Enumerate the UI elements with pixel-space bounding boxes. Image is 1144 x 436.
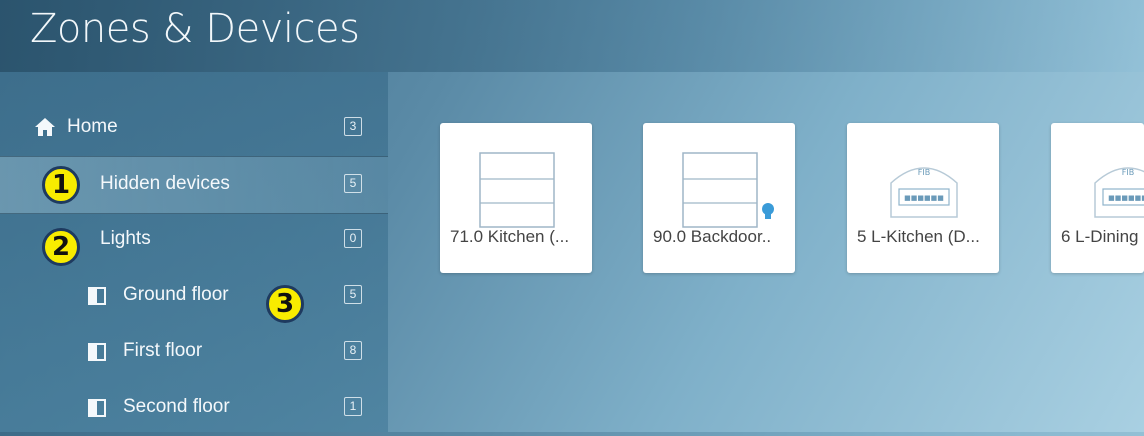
sidebar-item-ground-floor[interactable]: Ground floor 5 bbox=[0, 268, 388, 324]
sidebar-item-label: Ground floor bbox=[123, 284, 229, 305]
item-count-badge: 5 bbox=[344, 174, 362, 193]
sidebar-item-home[interactable]: Home 3 bbox=[0, 100, 388, 156]
bulb-icon bbox=[762, 203, 774, 219]
sidebar-item-label: First floor bbox=[123, 340, 203, 361]
relay-module-icon: ■■■■■■ FIB bbox=[1094, 167, 1144, 218]
svg-text:FIB: FIB bbox=[918, 168, 930, 177]
header-bar: Zones & Devices bbox=[0, 0, 1144, 72]
sidebar-item-second-floor[interactable]: Second floor 1 bbox=[0, 380, 388, 436]
door-icon bbox=[88, 287, 106, 305]
device-card[interactable]: 90.0 Backdoor.. bbox=[643, 123, 795, 273]
wall-switch-icon bbox=[479, 152, 555, 228]
item-count-badge: 5 bbox=[344, 285, 362, 304]
sidebar-item-label: Second floor bbox=[123, 396, 230, 417]
item-count-badge: 1 bbox=[344, 397, 362, 416]
annotation-badge-3: 3 bbox=[266, 285, 304, 323]
home-icon bbox=[35, 118, 55, 136]
relay-module-icon: ■■■■■■ FIB bbox=[890, 167, 958, 218]
device-label: 90.0 Backdoor.. bbox=[653, 227, 772, 246]
wall-switch-icon bbox=[682, 152, 758, 228]
device-card[interactable]: 71.0 Kitchen (... bbox=[440, 123, 592, 273]
svg-text:■■■■■■: ■■■■■■ bbox=[1108, 194, 1144, 202]
item-count-badge: 0 bbox=[344, 229, 362, 248]
sidebar-item-label: Lights bbox=[100, 228, 151, 249]
device-grid: 71.0 Kitchen (... 90.0 Backdoor.. ■■■■■■… bbox=[388, 72, 1144, 432]
sidebar-item-label: Home bbox=[67, 116, 118, 137]
page-title: Zones & Devices bbox=[30, 6, 360, 52]
svg-text:FIB: FIB bbox=[1122, 168, 1134, 177]
door-icon bbox=[88, 399, 106, 417]
item-count-badge: 8 bbox=[344, 341, 362, 360]
annotation-badge-2: 2 bbox=[42, 228, 80, 266]
sidebar-item-label: Hidden devices bbox=[100, 173, 230, 194]
device-label: 6 L-Dining bbox=[1061, 227, 1139, 246]
device-card[interactable]: ■■■■■■ FIB 6 L-Dining bbox=[1051, 123, 1144, 273]
item-count-badge: 3 bbox=[344, 117, 362, 136]
svg-text:■■■■■■: ■■■■■■ bbox=[904, 194, 944, 202]
sidebar-item-first-floor[interactable]: First floor 8 bbox=[0, 324, 388, 380]
annotation-badge-1: 1 bbox=[42, 166, 80, 204]
device-label: 71.0 Kitchen (... bbox=[450, 227, 570, 246]
device-label: 5 L-Kitchen (D... bbox=[857, 227, 980, 246]
door-icon bbox=[88, 343, 106, 361]
device-card[interactable]: ■■■■■■ FIB 5 L-Kitchen (D... bbox=[847, 123, 999, 273]
